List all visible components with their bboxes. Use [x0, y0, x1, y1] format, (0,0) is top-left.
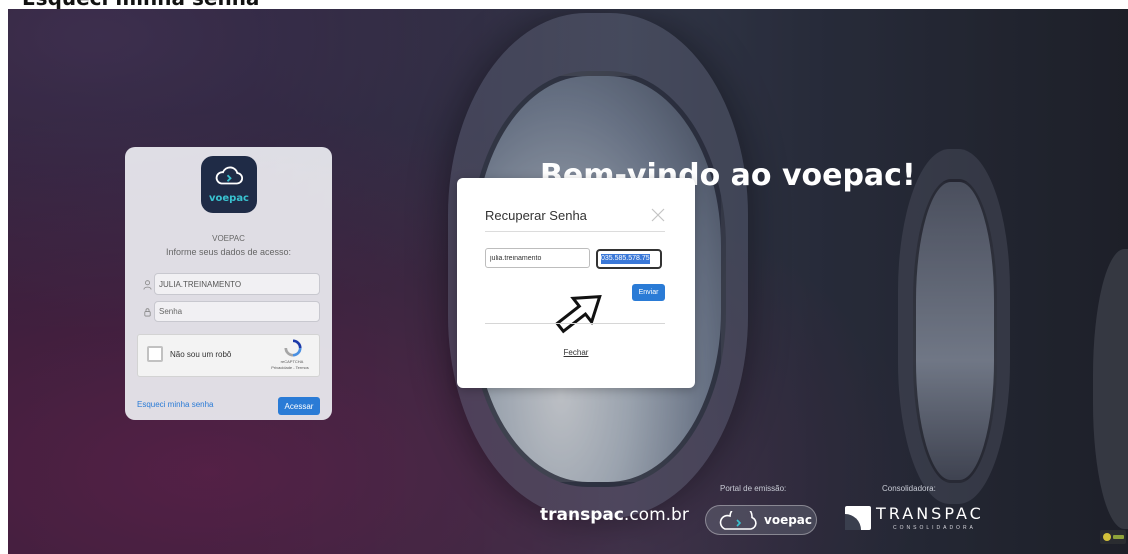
recaptcha-links[interactable]: Privacidade - Termos — [262, 365, 318, 370]
top-caption: Esqueci minha senha — [22, 0, 259, 9]
username-input[interactable] — [154, 273, 320, 295]
close-link[interactable]: Fechar — [457, 348, 695, 357]
recaptcha-checkbox[interactable] — [147, 346, 163, 362]
recaptcha-icon — [284, 339, 302, 357]
title-divider — [485, 231, 665, 232]
cloud-icon — [719, 511, 757, 530]
login-input[interactable] — [485, 248, 590, 268]
recaptcha-widget: Não sou um robô reCAPTCHA Privacidade - … — [137, 334, 320, 377]
transpac-logo-icon — [845, 506, 871, 530]
modal-divider — [485, 323, 665, 324]
site-url-bold: transpac — [540, 505, 624, 525]
password-input[interactable] — [154, 301, 320, 322]
recover-password-modal: Recuperar Senha 035.585.578.75 Enviar Fe… — [457, 178, 695, 388]
consolidator-label: Consolidadora: — [882, 484, 936, 493]
send-button[interactable]: Enviar — [632, 284, 665, 301]
cloud-icon — [215, 166, 244, 185]
voepac-portal-logo: voepac — [705, 505, 817, 535]
cpf-value: 035.585.578.75 — [601, 254, 650, 264]
recaptcha-brand: reCAPTCHA — [280, 359, 304, 364]
corner-logo-icon — [1100, 530, 1126, 544]
site-url-rest: .com.br — [623, 505, 689, 525]
modal-title: Recuperar Senha — [485, 208, 587, 223]
user-icon — [143, 280, 152, 290]
voepac-logo: voepac — [201, 156, 257, 213]
cpf-input[interactable]: 035.585.578.75 — [596, 249, 662, 269]
login-button[interactable]: Acessar — [278, 397, 320, 415]
login-instructions: Informe seus dados de acesso: — [165, 247, 292, 257]
login-card: voepac VOEPAC Informe seus dados de aces… — [125, 147, 332, 420]
site-url: transpac.com.br — [540, 505, 689, 525]
portal-label: Portal de emissão: — [720, 484, 787, 493]
arrow-icon — [555, 294, 602, 334]
recaptcha-label: Não sou um robô — [170, 350, 232, 359]
consolidator-name: TRANSPAC — [876, 504, 984, 523]
logo-text: voepac — [208, 193, 249, 204]
lock-icon — [144, 308, 151, 317]
forgot-password-link[interactable]: Esqueci minha senha — [137, 400, 214, 409]
close-icon[interactable] — [651, 208, 665, 222]
consolidator-subtitle: CONSOLIDADORA — [893, 525, 976, 531]
portal-logo-text: voepac — [764, 513, 813, 527]
brand-name: VOEPAC — [212, 234, 245, 243]
